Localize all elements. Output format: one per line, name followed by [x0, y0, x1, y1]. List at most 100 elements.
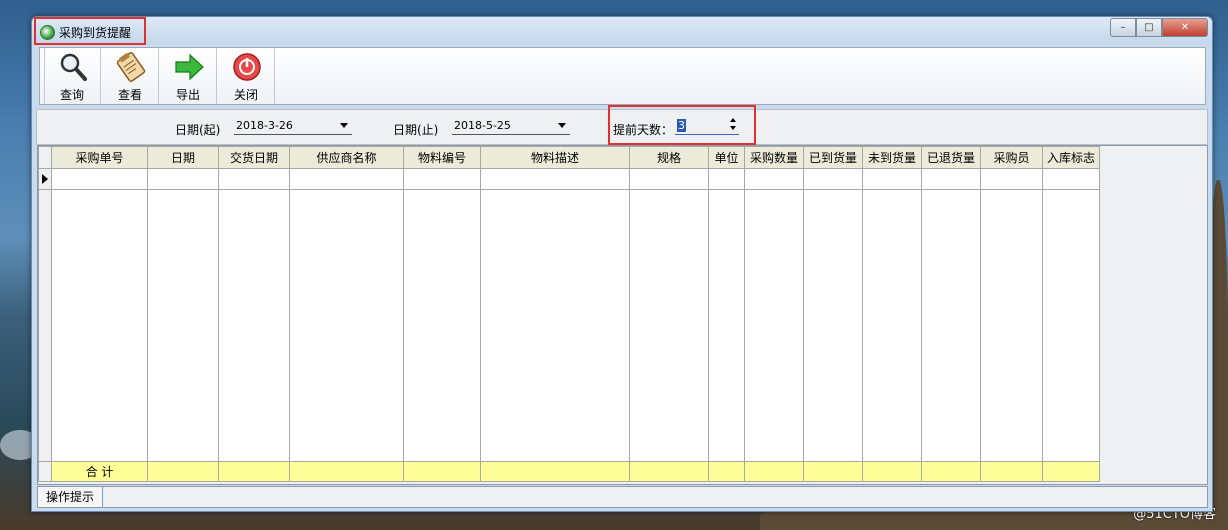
- table-cell[interactable]: [803, 168, 863, 190]
- app-globe-icon: [40, 25, 55, 40]
- query-label: 查询: [59, 88, 84, 102]
- close-window-button[interactable]: ✕: [1162, 18, 1208, 37]
- table-empty-area: [38, 189, 1100, 462]
- table-cell[interactable]: [147, 168, 219, 190]
- col-header[interactable]: 已到货量: [803, 146, 863, 169]
- totals-cell: [921, 461, 981, 482]
- chevron-down-icon[interactable]: [558, 123, 566, 128]
- advance-days-spinner[interactable]: [729, 116, 739, 134]
- table-cell: [980, 189, 1043, 462]
- query-button[interactable]: 查询: [44, 48, 101, 104]
- row-pointer-cell: [38, 168, 52, 190]
- window-title: 采购到货提醒: [59, 26, 132, 40]
- table-cell: [744, 189, 804, 462]
- operation-hint-tab[interactable]: 操作提示: [38, 487, 104, 507]
- table-cell[interactable]: [1042, 168, 1100, 190]
- purchase-arrival-reminder-window: 采购到货提醒 – □ ✕ 查询 查看 导出 关闭 日期(起) 2018-3-26…: [31, 16, 1213, 512]
- magnifier-icon: [58, 51, 88, 83]
- table-cell[interactable]: [744, 168, 804, 190]
- totals-label: 合 计: [51, 461, 148, 482]
- col-header[interactable]: 未到货量: [862, 146, 922, 169]
- col-header[interactable]: 日期: [147, 146, 219, 169]
- table-cell: [1042, 189, 1100, 462]
- col-header[interactable]: 物料编号: [403, 146, 481, 169]
- view-label: 查看: [117, 88, 142, 102]
- table-cell: [921, 189, 981, 462]
- totals-cell: [480, 461, 630, 482]
- power-off-icon: [232, 51, 262, 83]
- window-controls: – □ ✕: [1110, 18, 1208, 37]
- totals-cell: [403, 461, 481, 482]
- table-cell: [708, 189, 745, 462]
- table-cell: [218, 189, 290, 462]
- table-cell: [403, 189, 481, 462]
- totals-cell: [218, 461, 290, 482]
- totals-cell: [744, 461, 804, 482]
- row-pointer-icon: [42, 174, 48, 184]
- totals-cell: [1042, 461, 1100, 482]
- filter-bar: 日期(起) 2018-3-26 日期(止) 2018-5-25 提前天数： 3: [36, 105, 1208, 145]
- green-arrow-icon: [174, 51, 204, 83]
- table-cell[interactable]: [403, 168, 481, 190]
- date-from-value: 2018-3-26: [236, 119, 293, 132]
- totals-cell: [708, 461, 745, 482]
- row-header-cell: [38, 461, 52, 482]
- row-header-cell: [38, 189, 52, 462]
- title-bar[interactable]: 采购到货提醒 – □ ✕: [32, 17, 1212, 45]
- close-label: 关闭: [233, 88, 258, 102]
- totals-cell: [629, 461, 709, 482]
- col-header[interactable]: 已退货量: [921, 146, 981, 169]
- table-cell: [803, 189, 863, 462]
- spin-down-icon[interactable]: [730, 126, 736, 130]
- date-to-picker[interactable]: 2018-5-25: [452, 118, 570, 135]
- col-header[interactable]: 采购数量: [744, 146, 804, 169]
- data-grid[interactable]: 采购单号 日期 交货日期 供应商名称 物料编号 物料描述 规格 单位 采购数量 …: [37, 145, 1208, 485]
- table-cell[interactable]: [289, 168, 404, 190]
- totals-cell: [803, 461, 863, 482]
- close-button[interactable]: 关闭: [218, 48, 275, 104]
- date-from-picker[interactable]: 2018-3-26: [234, 118, 352, 135]
- table-cell: [862, 189, 922, 462]
- totals-cell: [289, 461, 404, 482]
- minimize-button[interactable]: –: [1110, 18, 1136, 37]
- clipboard-icon: [116, 51, 146, 83]
- chevron-down-icon[interactable]: [340, 123, 348, 128]
- table-cell[interactable]: [480, 168, 630, 190]
- toolbar: 查询 查看 导出 关闭: [39, 47, 1206, 105]
- table-cell: [480, 189, 630, 462]
- col-header[interactable]: 采购员: [980, 146, 1043, 169]
- table-cell[interactable]: [921, 168, 981, 190]
- col-header[interactable]: 规格: [629, 146, 709, 169]
- table-header-row: 采购单号 日期 交货日期 供应商名称 物料编号 物料描述 规格 单位 采购数量 …: [38, 146, 1100, 169]
- col-header[interactable]: 入库标志: [1042, 146, 1100, 169]
- table-cell[interactable]: [708, 168, 745, 190]
- maximize-button[interactable]: □: [1136, 18, 1162, 37]
- table-cell[interactable]: [980, 168, 1043, 190]
- table-row[interactable]: [38, 168, 1100, 190]
- row-header-corner: [38, 146, 52, 169]
- advance-days-label: 提前天数：: [613, 123, 674, 137]
- table-cell: [51, 189, 148, 462]
- export-label: 导出: [175, 88, 200, 102]
- col-header[interactable]: 单位: [708, 146, 745, 169]
- table-cell[interactable]: [218, 168, 290, 190]
- totals-cell: [862, 461, 922, 482]
- table-cell: [629, 189, 709, 462]
- view-button[interactable]: 查看: [102, 48, 159, 104]
- status-bar: 操作提示: [37, 486, 1208, 508]
- export-button[interactable]: 导出: [160, 48, 217, 104]
- col-header[interactable]: 采购单号: [51, 146, 148, 169]
- totals-row: 合 计: [38, 461, 1100, 482]
- totals-cell: [980, 461, 1043, 482]
- purchase-table: 采购单号 日期 交货日期 供应商名称 物料编号 物料描述 规格 单位 采购数量 …: [38, 146, 1100, 482]
- date-from-label: 日期(起): [175, 123, 221, 137]
- table-cell[interactable]: [629, 168, 709, 190]
- col-header[interactable]: 物料描述: [480, 146, 630, 169]
- col-header[interactable]: 交货日期: [218, 146, 290, 169]
- col-header[interactable]: 供应商名称: [289, 146, 404, 169]
- spin-up-icon[interactable]: [730, 118, 736, 122]
- table-cell[interactable]: [51, 168, 148, 190]
- table-cell[interactable]: [862, 168, 922, 190]
- table-cell: [147, 189, 219, 462]
- date-to-value: 2018-5-25: [454, 119, 511, 132]
